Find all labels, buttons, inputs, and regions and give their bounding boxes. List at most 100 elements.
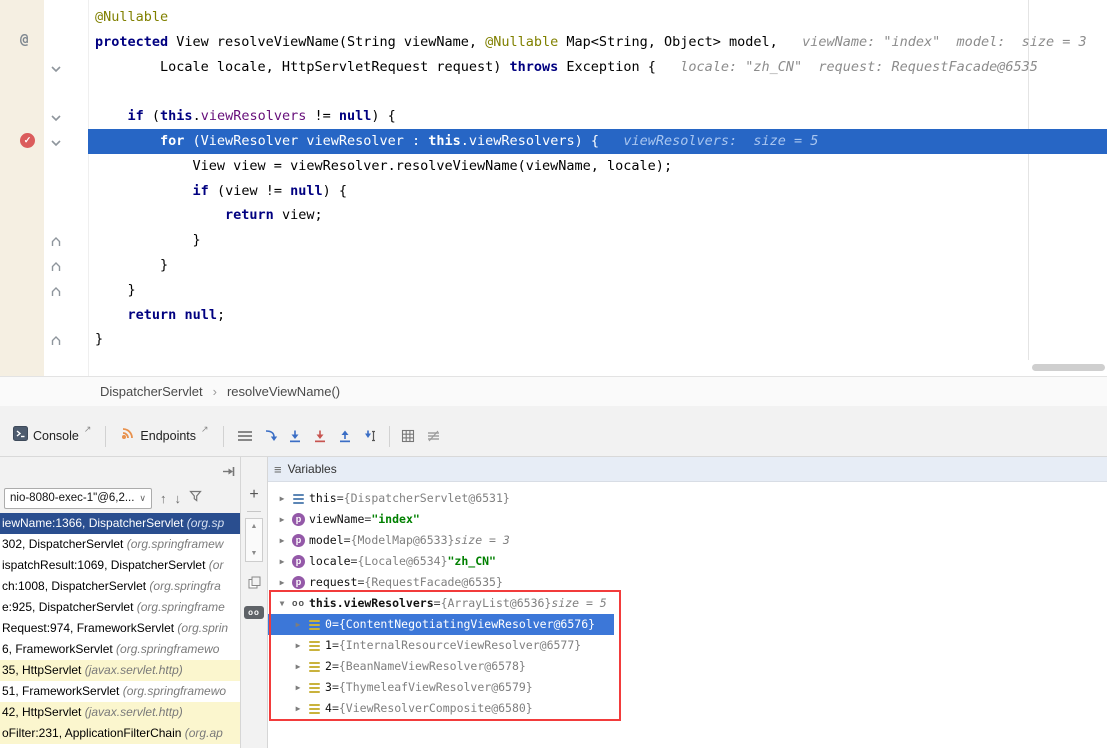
fold-close-icon[interactable] [50,285,62,297]
variable-row[interactable]: ▶pmodel = {ModelMap@6533} size = 3 [268,530,1107,551]
chevron-down-icon[interactable]: ▼ [276,593,288,614]
frames-panel: nio-8080-exec-1"@6,2... ∨ ↑ ↓ iewName:13… [0,457,240,748]
code-lines: @Nullableprotected View resolveViewName(… [88,5,1107,352]
frame-row[interactable]: 6, FrameworkServlet (org.springframewo [0,639,240,660]
chevron-right-icon[interactable]: ▶ [292,698,304,719]
breadcrumb-class[interactable]: DispatcherServlet [100,384,203,399]
variable-row[interactable]: ▶0 = {ContentNegotiatingViewResolver@657… [268,614,614,635]
fold-open-icon[interactable] [50,136,62,148]
scroll-up-icon[interactable]: ▲ [251,523,258,530]
scroll-spinner[interactable]: ▲ ▼ [245,518,263,562]
show-execution-point-icon[interactable] [258,425,283,447]
force-step-into-icon[interactable] [308,425,333,447]
inline-watches-icon[interactable]: oo [244,606,264,619]
code-line: if (view != null) { [88,179,1107,204]
layout-menu-icon[interactable] [233,425,258,447]
fold-close-icon[interactable] [50,235,62,247]
view-breakpoints-icon[interactable] [396,425,421,447]
tab-console[interactable]: Console ↗ [8,423,96,449]
watch-icon: oo [292,597,305,610]
external-arrow-icon: ↗ [84,424,92,435]
step-out-icon[interactable] [333,425,358,447]
frame-row[interactable]: 35, HttpServlet (javax.servlet.http) [0,660,240,681]
breakpoint-hit-icon[interactable]: ✓ [20,133,35,148]
code-line: } [88,253,1107,278]
variable-row[interactable]: ▶4 = {ViewResolverComposite@6580} [268,698,1107,719]
code-line: if (this.viewResolvers != null) { [88,104,1107,129]
frame-row[interactable]: Request:974, FrameworkServlet (org.sprin [0,618,240,639]
chevron-right-icon[interactable]: ▶ [276,572,288,593]
frame-row[interactable]: oFilter:231, ApplicationFilterChain (org… [0,723,240,744]
chevron-right-icon[interactable]: ▶ [292,656,304,677]
chevron-right-icon[interactable]: ▶ [292,614,304,635]
variables-tree: ▶this = {DispatcherServlet@6531}▶pviewNa… [268,482,1107,748]
tab-console-label: Console [33,429,79,443]
next-frame-icon[interactable]: ↓ [175,492,182,505]
code-line: @Nullable [88,5,1107,30]
chevron-right-icon[interactable]: ▶ [292,677,304,698]
thread-dropdown-value: nio-8080-exec-1"@6,2... [10,492,134,504]
frame-row[interactable]: iewName:1366, DispatcherServlet (org.sp [0,513,240,534]
variable-row[interactable]: ▼oothis.viewResolvers = {ArrayList@6536}… [268,593,1107,614]
variable-row[interactable]: ▶this = {DispatcherServlet@6531} [268,488,1107,509]
code-line: } [88,278,1107,303]
chevron-right-icon[interactable]: ▶ [276,509,288,530]
copy-stack-icon[interactable] [248,576,261,594]
step-over-icon[interactable] [283,425,308,447]
chevron-right-icon[interactable]: ▶ [276,488,288,509]
parameter-icon: p [292,534,305,547]
frame-row[interactable]: 42, HttpServlet (javax.servlet.http) [0,702,240,723]
variables-panel: ≡ Variables ▶this = {DispatcherServlet@6… [268,457,1107,748]
horizontal-scrollbar[interactable] [1032,364,1105,371]
run-to-cursor-icon[interactable] [358,425,383,447]
debug-toolbar-icons [233,425,446,447]
fold-open-icon[interactable] [50,62,62,74]
frame-row[interactable]: 302, DispatcherServlet (org.springframew [0,534,240,555]
debug-toolbar: Console ↗ Endpoints ↗ [0,406,1107,456]
code-line [88,79,1107,104]
variable-row[interactable]: ▶3 = {ThymeleafViewResolver@6579} [268,677,1107,698]
variable-row[interactable]: ▶pviewName = "index" [268,509,1107,530]
variable-row[interactable]: ▶1 = {InternalResourceViewResolver@6577} [268,635,1107,656]
code-line: } [88,327,1107,352]
chevron-right-icon[interactable]: ▶ [276,530,288,551]
frame-row[interactable]: ispatchResult:1069, DispatcherServlet (o… [0,555,240,576]
frame-row[interactable]: ch:1008, DispatcherServlet (org.springfr… [0,576,240,597]
frames-panel-header [0,457,240,483]
tab-endpoints[interactable]: Endpoints ↗ [115,423,213,449]
hide-panel-icon[interactable] [222,464,235,482]
scroll-down-icon[interactable]: ▼ [251,550,258,557]
chevron-down-icon: ∨ [139,493,146,504]
editor-gutter[interactable] [0,0,44,376]
variable-row[interactable]: ▶plocale = {Locale@6534} "zh_CN" [268,551,1107,572]
add-watch-icon[interactable]: + [249,487,258,503]
fold-open-icon[interactable] [50,111,62,123]
watches-toolbar: + ▲ ▼ oo [240,457,268,748]
chevron-right-icon[interactable]: ▶ [292,635,304,656]
menu-icon[interactable]: ≡ [274,462,282,477]
code-editor: @Nullableprotected View resolveViewName(… [0,0,1107,376]
variables-panel-title: Variables [288,462,337,476]
fold-close-icon[interactable] [50,334,62,346]
previous-frame-icon[interactable]: ↑ [160,492,167,505]
parameter-icon: p [292,555,305,568]
array-element-icon [308,681,321,694]
code-line: protected View resolveViewName(String vi… [88,30,1107,55]
thread-dropdown[interactable]: nio-8080-exec-1"@6,2... ∨ [4,488,152,509]
variable-row[interactable]: ▶2 = {BeanNameViewResolver@6578} [268,656,1107,677]
filter-frames-icon[interactable] [189,489,202,507]
toolbar-divider [247,511,261,512]
array-element-icon [308,702,321,715]
array-element-icon [308,660,321,673]
mute-breakpoints-icon[interactable] [421,425,446,447]
chevron-right-icon[interactable]: ▶ [276,551,288,572]
frame-row[interactable]: e:925, DispatcherServlet (org.springfram… [0,597,240,618]
frame-row[interactable]: 51, FrameworkServlet (org.springframewo [0,681,240,702]
parameter-icon: p [292,513,305,526]
variable-row[interactable]: ▶prequest = {RequestFacade@6535} [268,572,1107,593]
breadcrumb-method[interactable]: resolveViewName() [227,384,340,399]
breadcrumb: DispatcherServlet › resolveViewName() [0,376,1107,406]
code-line: } [88,228,1107,253]
toolbar-separator [389,426,390,447]
fold-close-icon[interactable] [50,260,62,272]
